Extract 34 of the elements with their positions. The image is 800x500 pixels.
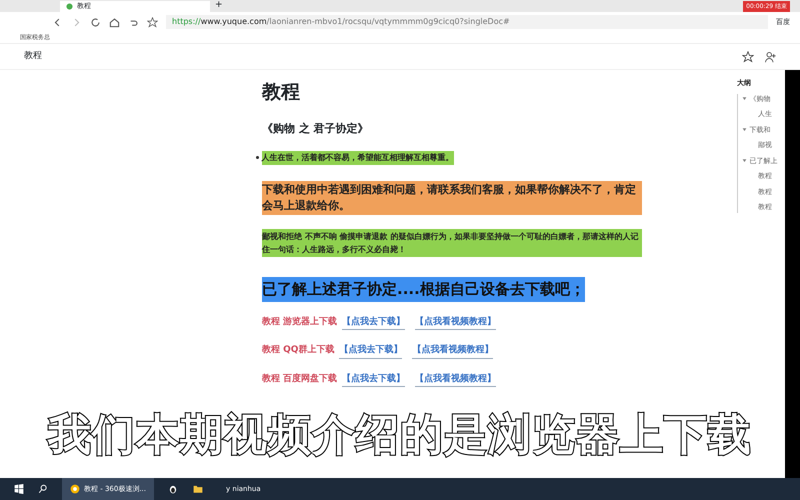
url-text: https://www.yuque.com/laonianren-mbvo1/rocsqu/vqtymmmm0g9cicq0?singleDoc# (172, 16, 510, 28)
star-icon[interactable] (742, 50, 754, 62)
highlighted-text: 鄙视和拒绝 不声不响 偷摸申请退款 的疑似白嫖行为，如果非要坚持做一个可耻的白嫖者，那请这样的人记住一句话：人生路远，多行不义必自毙！ (262, 229, 642, 257)
folder-icon[interactable] (192, 484, 204, 494)
caret-icon (742, 96, 747, 102)
download-label: 教程 游览器上下载 (262, 316, 338, 328)
download-link[interactable]: 【点我去下载】 (339, 344, 402, 358)
bullet-icon (256, 156, 259, 160)
doc-subtitle: 《购物 之 君子协定》 (262, 120, 370, 136)
caret-icon (742, 127, 747, 132)
star-icon[interactable] (147, 16, 158, 28)
video-tutorial-link[interactable]: 【点我看视频教程】 (415, 372, 496, 387)
caret-icon (742, 158, 747, 164)
highlighted-text: 下载和使用中若遇到困难和问题，请联系我们客服，如果帮你解决不了，肯定会马上退款给你。 (262, 181, 642, 215)
video-tutorial-link[interactable]: 【点我看视频教程】 (415, 316, 496, 330)
search-icon[interactable] (38, 484, 48, 494)
doc-breadcrumb[interactable]: 教程 (24, 50, 42, 64)
download-label: 教程 百度网盘下载 (262, 372, 338, 386)
page-icon (66, 3, 73, 10)
video-subtitle: 我们本期视频介绍的是浏览器上下载 (0, 412, 800, 460)
doc-title: 教程 (262, 80, 301, 105)
download-link[interactable]: 【点我去下载】 (342, 316, 406, 330)
add-user-icon[interactable] (764, 50, 776, 62)
download-label: 教程 QQ群上下载 (262, 344, 334, 357)
browser-logo-icon (70, 484, 80, 494)
download-link[interactable]: 【点我去下载】 (342, 372, 406, 387)
penguin-icon[interactable] (168, 484, 178, 494)
video-tutorial-link[interactable]: 【点我看视频教程】 (412, 344, 494, 358)
home-icon[interactable] (109, 16, 120, 28)
address-bar[interactable]: https://www.yuque.com/laonianren-mbvo1/rocsqu/vqtymmmm0g9cicq0?singleDoc# (166, 15, 768, 29)
refresh-icon[interactable] (90, 16, 101, 28)
new-tab-button[interactable]: + (210, 0, 228, 12)
highlighted-text: 已了解上述君子协定....根据自己设备去下载吧； (262, 277, 585, 302)
windows-start-icon[interactable] (14, 484, 24, 494)
